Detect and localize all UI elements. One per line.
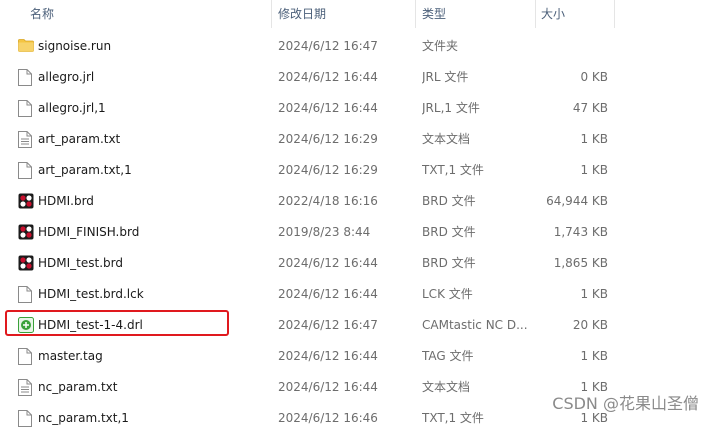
column-divider[interactable]: [614, 0, 615, 28]
highlight-annotation: [5, 310, 229, 336]
file-row[interactable]: art_param.txt,1 2024/6/12 16:29 TXT,1 文件 1 …: [0, 155, 713, 186]
file-date: 2024/6/12 16:44: [278, 349, 378, 363]
file-date: 2024/6/12 16:44: [278, 101, 378, 115]
file-name: HDMI_test.brd: [38, 256, 123, 270]
text-file-icon: [18, 131, 33, 148]
file-type: BRD 文件: [422, 194, 476, 208]
sort-ascending-icon: ^: [143, 0, 152, 7]
file-type: TXT,1 文件: [422, 411, 484, 425]
file-size: 64,944 KB: [546, 194, 608, 208]
file-date: 2024/6/12 16:46: [278, 411, 378, 425]
file-row[interactable]: HDMI.brd 2022/4/18 16:16 BRD 文件 64,944 KB: [0, 186, 713, 217]
file-type: 文件夹: [422, 39, 459, 53]
file-type: 文本文档: [422, 132, 471, 146]
file-row[interactable]: allegro.jrl 2024/6/12 16:44 JRL 文件 0 KB: [0, 62, 713, 93]
file-date: 2024/6/12 16:29: [278, 132, 378, 146]
file-date: 2024/6/12 16:29: [278, 163, 378, 177]
file-date: 2024/6/12 16:44: [278, 256, 378, 270]
file-icon: [18, 162, 33, 179]
file-row[interactable]: art_param.txt 2024/6/12 16:29 文本文档 1 KB: [0, 124, 713, 155]
file-date: 2024/6/12 16:44: [278, 70, 378, 84]
file-name: art_param.txt,1: [38, 163, 132, 177]
file-date: 2024/6/12 16:47: [278, 39, 378, 53]
column-header-bar: 名称 ^ 修改日期 类型 大小: [0, 0, 713, 28]
file-date: 2024/6/12 16:47: [278, 318, 378, 332]
file-type: BRD 文件: [422, 225, 476, 239]
file-size: 0 KB: [580, 70, 608, 84]
watermark: CSDN @花果山圣僧: [552, 394, 699, 413]
file-row[interactable]: signoise.run 2024/6/12 16:47 文件夹: [0, 31, 713, 62]
file-date: 2024/6/12 16:44: [278, 287, 378, 301]
file-type: 文本文档: [422, 380, 471, 394]
file-date: 2022/4/18 16:16: [278, 194, 378, 208]
folder-icon: [18, 38, 34, 54]
column-header-name[interactable]: 名称: [30, 0, 54, 28]
file-size: 1 KB: [580, 287, 608, 301]
column-header-size[interactable]: 大小: [541, 0, 565, 28]
file-type: TAG 文件: [422, 349, 474, 363]
file-type: JRL,1 文件: [422, 101, 480, 115]
file-date: 2024/6/12 16:44: [278, 380, 378, 394]
file-type: TXT,1 文件: [422, 163, 484, 177]
file-name: HDMI.brd: [38, 194, 94, 208]
file-row[interactable]: HDMI_FINISH.brd 2019/8/23 8:44 BRD 文件 1,743…: [0, 217, 713, 248]
file-type: BRD 文件: [422, 256, 476, 270]
file-name: HDMI_test.brd.lck: [38, 287, 144, 301]
file-name: master.tag: [38, 349, 103, 363]
file-name: signoise.run: [38, 39, 112, 53]
brd-file-icon: [18, 255, 34, 271]
column-divider[interactable]: [415, 0, 416, 28]
file-icon: [18, 348, 33, 365]
brd-file-icon: [18, 224, 34, 240]
file-name: nc_param.txt: [38, 380, 118, 394]
file-type: CAMtastic NC D...: [422, 318, 528, 332]
file-name: HDMI_FINISH.brd: [38, 225, 140, 239]
file-icon: [18, 100, 33, 117]
brd-file-icon: [18, 193, 34, 209]
file-icon: [18, 69, 33, 86]
column-header-date[interactable]: 修改日期: [278, 0, 326, 28]
file-size: 1,743 KB: [553, 225, 608, 239]
file-size: 1,865 KB: [553, 256, 608, 270]
file-size: 47 KB: [572, 101, 608, 115]
file-size: 1 KB: [580, 349, 608, 363]
file-icon: [18, 410, 33, 427]
column-header-type[interactable]: 类型: [422, 0, 446, 28]
file-icon: [18, 286, 33, 303]
file-row[interactable]: HDMI_test.brd.lck 2024/6/12 16:44 LCK 文件 1 …: [0, 279, 713, 310]
file-name: allegro.jrl: [38, 70, 95, 84]
column-divider[interactable]: [271, 0, 272, 28]
file-name: allegro.jrl,1: [38, 101, 106, 115]
file-date: 2019/8/23 8:44: [278, 225, 371, 239]
file-row[interactable]: HDMI_test.brd 2024/6/12 16:44 BRD 文件 1,865 …: [0, 248, 713, 279]
file-name: art_param.txt: [38, 132, 121, 146]
file-size: 1 KB: [580, 163, 608, 177]
file-row[interactable]: master.tag 2024/6/12 16:44 TAG 文件 1 KB: [0, 341, 713, 372]
file-type: JRL 文件: [422, 70, 469, 84]
file-size: 1 KB: [580, 132, 608, 146]
column-divider[interactable]: [535, 0, 536, 28]
file-size: 20 KB: [572, 318, 608, 332]
file-row[interactable]: allegro.jrl,1 2024/6/12 16:44 JRL,1 文件 47 K…: [0, 93, 713, 124]
file-name: nc_param.txt,1: [38, 411, 129, 425]
file-type: LCK 文件: [422, 287, 473, 301]
text-file-icon: [18, 379, 33, 396]
